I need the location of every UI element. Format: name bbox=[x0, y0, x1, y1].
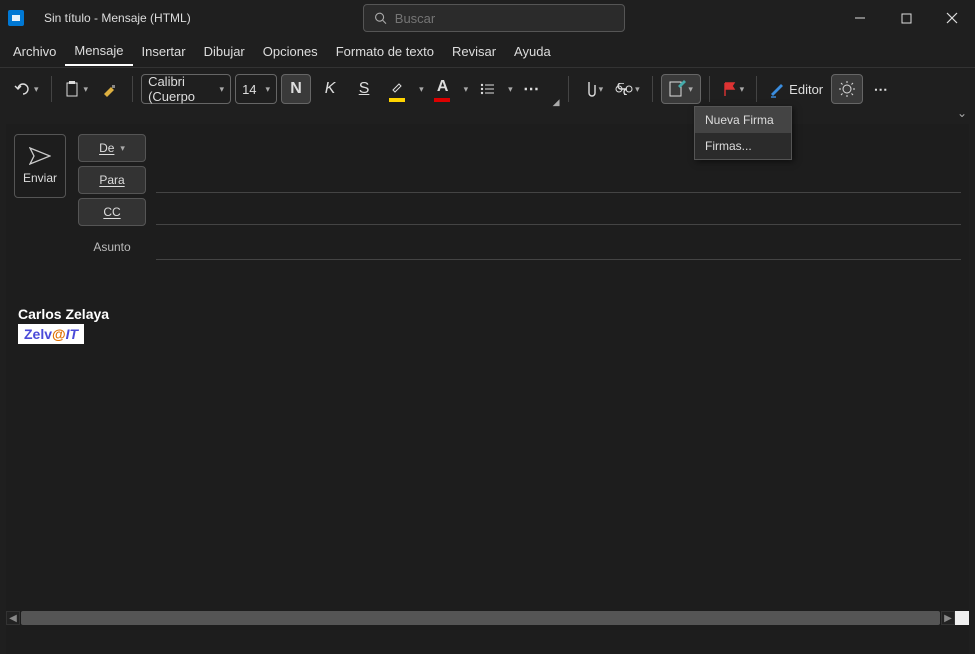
undo-button[interactable]: ▾ bbox=[10, 73, 43, 105]
format-painter-button[interactable] bbox=[96, 73, 124, 105]
send-button[interactable]: Enviar bbox=[14, 134, 66, 198]
signature-name: Carlos Zelaya bbox=[18, 306, 957, 322]
subject-input[interactable] bbox=[156, 234, 961, 260]
menu-insertar[interactable]: Insertar bbox=[133, 38, 195, 65]
search-icon bbox=[374, 11, 387, 25]
theme-toggle-button[interactable] bbox=[831, 74, 863, 104]
subject-label: Asunto bbox=[78, 240, 146, 254]
cc-label: CC bbox=[103, 205, 120, 219]
search-input[interactable] bbox=[395, 11, 614, 26]
separator bbox=[51, 76, 52, 102]
logo-at: @ bbox=[52, 326, 66, 342]
highlight-button[interactable] bbox=[383, 74, 413, 104]
menu-dibujar[interactable]: Dibujar bbox=[195, 38, 254, 65]
font-color-button[interactable]: A bbox=[428, 74, 458, 104]
cc-input[interactable] bbox=[156, 199, 961, 225]
ribbon-toolbar: ▾ ▾ Calibri (Cuerpo ▾ 14 ▾ N K S ▾ A ▾ ▾ ⋯… bbox=[0, 68, 975, 110]
send-icon bbox=[29, 147, 51, 165]
highlight-color-indicator bbox=[389, 98, 405, 102]
to-input[interactable] bbox=[156, 167, 961, 193]
editor-button[interactable]: Editor bbox=[765, 73, 827, 105]
chevron-down-icon: ▾ bbox=[688, 84, 693, 95]
maximize-button[interactable] bbox=[883, 0, 929, 36]
menu-archivo[interactable]: Archivo bbox=[4, 38, 65, 65]
from-label: De bbox=[99, 141, 114, 155]
separator bbox=[756, 76, 757, 102]
close-button[interactable] bbox=[929, 0, 975, 36]
chevron-down-icon[interactable]: ▾ bbox=[419, 84, 424, 95]
menu-revisar[interactable]: Revisar bbox=[443, 38, 505, 65]
cc-button[interactable]: CC bbox=[78, 198, 146, 226]
font-size-select[interactable]: 14 ▾ bbox=[235, 74, 277, 104]
font-size-value: 14 bbox=[242, 82, 256, 97]
paste-button[interactable]: ▾ bbox=[60, 73, 93, 105]
compose-header: Enviar De ▾ Para CC bbox=[6, 124, 969, 274]
signature-logo: Zelv@IT bbox=[18, 324, 84, 344]
bold-button[interactable]: N bbox=[281, 74, 311, 104]
separator bbox=[132, 76, 133, 102]
logo-part2: IT bbox=[66, 326, 78, 342]
chevron-down-icon[interactable]: ▾ bbox=[508, 84, 513, 95]
more-commands-button[interactable]: ⋯ bbox=[867, 73, 895, 105]
chevron-down-icon: ▾ bbox=[120, 143, 125, 154]
chevron-down-icon: ▾ bbox=[635, 84, 640, 95]
chevron-down-icon: ▾ bbox=[84, 84, 89, 95]
signature-dropdown: Nueva Firma Firmas... bbox=[694, 106, 792, 160]
editor-label: Editor bbox=[789, 82, 823, 97]
scroll-left-button[interactable]: ◀ bbox=[6, 611, 20, 625]
menu-formato[interactable]: Formato de texto bbox=[327, 38, 443, 65]
search-box[interactable] bbox=[363, 4, 625, 32]
font-name-value: Calibri (Cuerpo bbox=[148, 74, 213, 104]
separator bbox=[709, 76, 710, 102]
chevron-down-icon: ▾ bbox=[34, 84, 39, 95]
title-bar: Sin título - Mensaje (HTML) bbox=[0, 0, 975, 36]
from-button[interactable]: De ▾ bbox=[78, 134, 146, 162]
more-formatting-button[interactable]: ⋯ bbox=[517, 74, 547, 104]
font-color-indicator bbox=[434, 98, 450, 102]
dialog-launcher-icon[interactable]: ◢ bbox=[553, 97, 560, 108]
minimize-button[interactable] bbox=[837, 0, 883, 36]
separator bbox=[652, 76, 653, 102]
menu-bar: Archivo Mensaje Insertar Dibujar Opcione… bbox=[0, 36, 975, 68]
chevron-down-icon: ▾ bbox=[266, 84, 271, 95]
font-name-select[interactable]: Calibri (Cuerpo ▾ bbox=[141, 74, 231, 104]
logo-part1: Zelv bbox=[24, 326, 52, 342]
compose-area: Enviar De ▾ Para CC bbox=[6, 124, 969, 654]
attach-file-button[interactable]: ▾ bbox=[577, 73, 608, 105]
italic-button[interactable]: K bbox=[315, 74, 345, 104]
message-body[interactable]: Carlos Zelaya Zelv@IT bbox=[6, 298, 969, 352]
menu-opciones[interactable]: Opciones bbox=[254, 38, 327, 65]
app-icon bbox=[8, 10, 24, 26]
chevron-down-icon: ▾ bbox=[599, 84, 604, 95]
link-button[interactable]: ▾ bbox=[611, 73, 644, 105]
bullets-button[interactable] bbox=[472, 74, 502, 104]
chevron-down-icon: ▾ bbox=[220, 84, 225, 95]
menu-mensaje[interactable]: Mensaje bbox=[65, 37, 132, 66]
underline-button[interactable]: S bbox=[349, 74, 379, 104]
signature-button[interactable]: ▾ bbox=[661, 74, 701, 104]
chevron-down-icon[interactable]: ▾ bbox=[464, 84, 469, 95]
to-label: Para bbox=[99, 173, 124, 187]
separator bbox=[568, 76, 569, 102]
dropdown-item-nueva-firma[interactable]: Nueva Firma bbox=[695, 107, 791, 133]
window-controls bbox=[837, 0, 975, 36]
flag-button[interactable]: ▾ bbox=[718, 73, 749, 105]
scrollbar-corner bbox=[955, 611, 969, 625]
chevron-down-icon: ▾ bbox=[740, 84, 745, 95]
horizontal-scrollbar[interactable]: ◀ ▶ bbox=[6, 611, 969, 625]
window-title: Sin título - Mensaje (HTML) bbox=[44, 11, 191, 25]
send-label: Enviar bbox=[23, 171, 57, 185]
menu-ayuda[interactable]: Ayuda bbox=[505, 38, 560, 65]
to-button[interactable]: Para bbox=[78, 166, 146, 194]
dropdown-item-firmas[interactable]: Firmas... bbox=[695, 133, 791, 159]
scroll-right-button[interactable]: ▶ bbox=[941, 611, 955, 625]
scrollbar-thumb[interactable] bbox=[21, 611, 940, 625]
ribbon-collapse-icon[interactable]: ⌄ bbox=[957, 106, 967, 120]
